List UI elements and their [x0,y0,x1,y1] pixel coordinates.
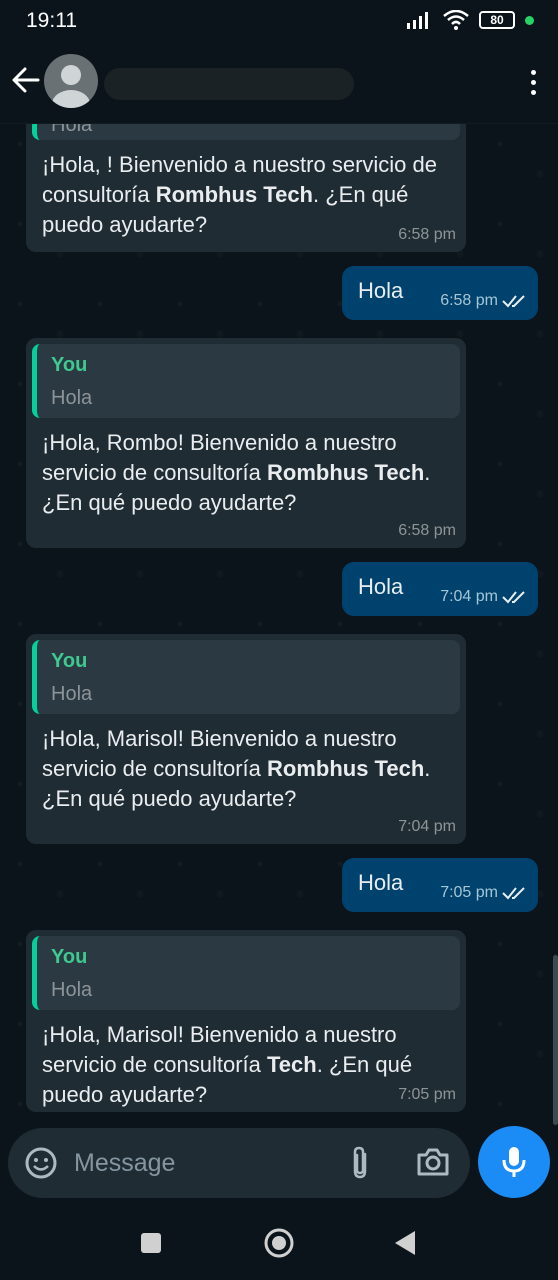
battery-indicator: 80 [479,11,515,29]
chat-header [0,40,558,124]
avatar-icon [52,65,90,108]
message-composer [8,1128,470,1198]
quoted-message[interactable]: You Hola [32,936,460,1010]
nav-back-icon[interactable] [394,1230,416,1256]
contact-name[interactable] [104,68,354,100]
message-text: Hola [358,574,404,599]
emoji-icon[interactable] [24,1146,58,1180]
message-input[interactable] [74,1146,284,1180]
message-incoming[interactable]: You Hola ¡Hola, Marisol! Bienvenido a nu… [26,930,466,1112]
message-time: 6:58 pm [398,522,456,539]
system-nav-bar [0,1206,558,1280]
status-time: 19:11 [26,9,77,32]
scrollbar[interactable] [553,955,558,1125]
signal-icon [407,12,428,29]
quoted-text: Hola [51,683,93,705]
message-outgoing[interactable]: Hola 6:58 pm [342,266,538,320]
attach-icon[interactable] [348,1145,372,1181]
status-icons: 80 [407,10,534,30]
quoted-message[interactable]: Hola [32,124,460,140]
message-time: 6:58 pm [398,226,456,243]
message-outgoing[interactable]: Hola 7:04 pm [342,562,538,616]
message-incoming[interactable]: Hola ¡Hola, ! Bienvenido a nuestro servi… [26,124,466,252]
nav-recents-icon[interactable] [140,1232,162,1254]
camera-icon[interactable] [416,1147,450,1177]
message-text: ¡Hola, Marisol! Bienvenido a nuestro ser… [42,726,431,811]
quoted-author: You [51,946,88,968]
nav-home-icon[interactable] [263,1227,295,1259]
status-bar: 19:11 80 [0,0,558,40]
double-check-icon [502,295,525,308]
mic-button[interactable] [478,1126,550,1198]
quoted-author: You [51,354,88,376]
message-time: 6:58 pm [440,292,498,309]
message-time: 7:04 pm [398,818,456,835]
message-text: ¡Hola, ! Bienvenido a nuestro servicio d… [42,152,437,237]
quoted-message[interactable]: You Hola [32,344,460,418]
message-incoming[interactable]: You Hola ¡Hola, Marisol! Bienvenido a nu… [26,634,466,844]
message-text: Hola [358,870,404,895]
message-text: Hola [358,278,404,303]
message-time: 7:05 pm [440,884,498,901]
wifi-icon [443,10,469,30]
more-options-icon[interactable] [531,70,536,95]
message-time: 7:04 pm [440,588,498,605]
back-arrow-icon[interactable] [12,66,40,94]
message-incoming[interactable]: You Hola ¡Hola, Rombo! Bienvenido a nues… [26,338,466,548]
chat-area[interactable]: Hola ¡Hola, ! Bienvenido a nuestro servi… [0,124,558,1128]
message-outgoing[interactable]: Hola 7:05 pm [342,858,538,912]
mic-icon [502,1147,526,1177]
avatar[interactable] [44,54,98,108]
quoted-text: Hola [51,979,93,1001]
quoted-author: You [51,650,88,672]
double-check-icon [502,887,525,900]
double-check-icon [502,591,525,604]
privacy-dot [525,15,534,25]
quoted-message[interactable]: You Hola [32,640,460,714]
message-time: 7:05 pm [398,1086,456,1103]
quoted-text: Hola [51,124,93,136]
message-text: ¡Hola, Rombo! Bienvenido a nuestro servi… [42,430,431,515]
quoted-text: Hola [51,387,93,409]
